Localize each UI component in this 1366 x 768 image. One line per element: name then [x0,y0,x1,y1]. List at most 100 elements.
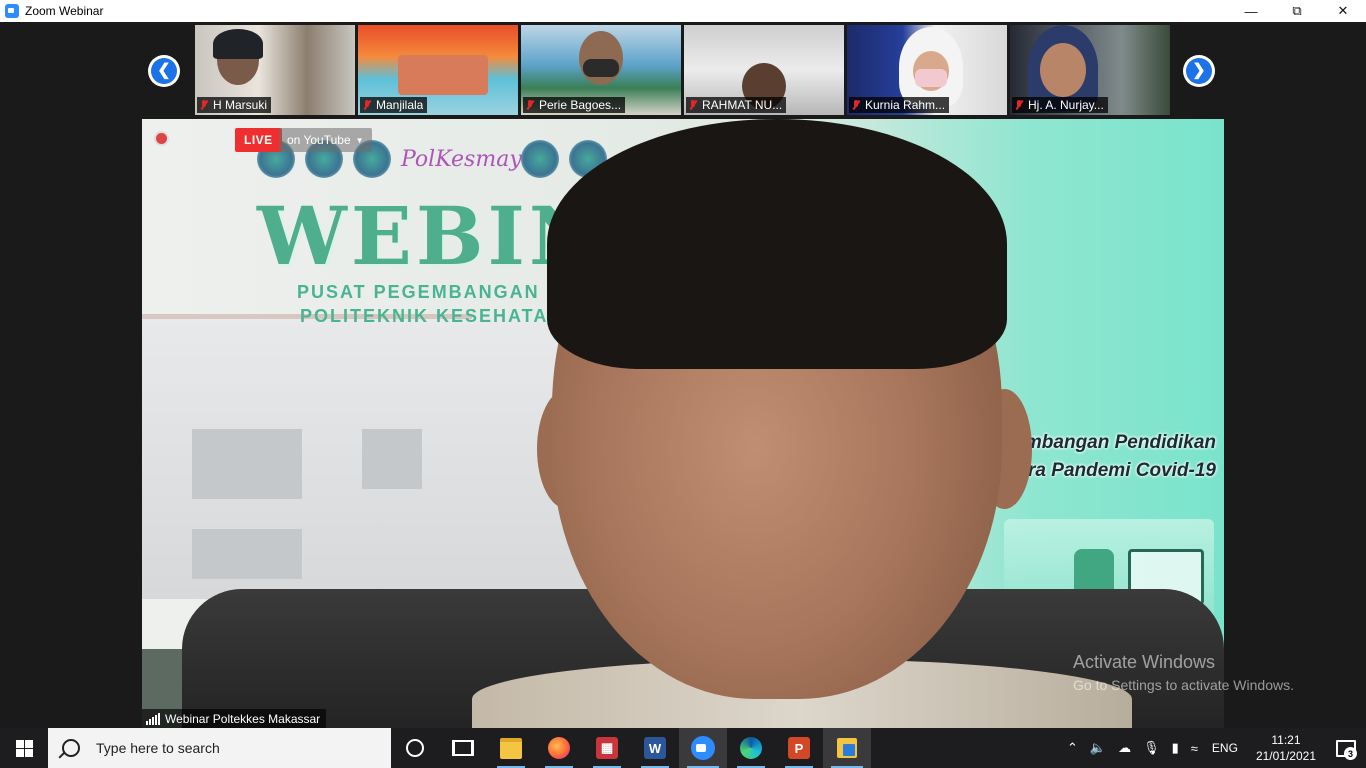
participant-face [1040,43,1086,97]
chevron-up-icon[interactable]: ⌃ [1067,740,1078,756]
edge-icon [740,737,762,759]
word-button[interactable]: W [631,728,679,768]
activate-windows-watermark: Activate Windows Go to Settings to activ… [1073,652,1294,693]
search-placeholder: Type here to search [96,740,220,756]
chevron-left-icon: ❮ [151,58,177,84]
mic-muted-icon [526,100,534,110]
action-center-button[interactable]: 3 [1326,728,1366,768]
live-target-label: on YouTube [287,133,351,147]
slide-theme-line: mbangan Pendidikan [1024,432,1216,453]
participant-name-bar: Hj. A. Nurjay... [1012,97,1108,113]
taskbar-search-box[interactable]: Type here to search [48,728,391,768]
gallery-next-button[interactable]: ❯ [1183,55,1215,87]
building-window [192,529,302,579]
app-button[interactable]: ▦ [583,728,631,768]
mic-muted-icon [363,100,371,110]
cloud-icon[interactable]: ☁ [1118,740,1131,756]
clock-time: 11:21 [1271,733,1301,747]
clock[interactable]: 11:21 21/01/2021 [1256,732,1316,764]
watermark-line-1: Activate Windows [1073,652,1216,672]
word-icon: W [644,737,666,759]
speaker-name-bar: Webinar Poltekkes Makassar [142,709,327,728]
participant-name-bar: Kurnia Rahm... [849,97,950,113]
maximize-button[interactable]: ⧉ [1274,0,1320,22]
task-view-button[interactable] [439,728,487,768]
system-tray: ⌃ 🔈 ☁ 🎙 ▮ ≈ ENG 11:21 21/01/2021 3 [1061,728,1366,768]
powerpoint-button[interactable]: P [775,728,823,768]
participant-tile[interactable]: Perie Bagoes... [521,25,681,115]
participant-name-bar: RAHMAT NU... [686,97,787,113]
slide-subtitle: PUSAT PEGEMBANGAN PEN [297,282,590,302]
participant-name-bar: H Marsuki [197,97,272,113]
zoom-meeting-area: ❮ H Marsuki Manjilala Perie Bagoes... RA… [0,22,1366,728]
clock-date: 21/01/2021 [1255,749,1316,763]
participant-name: Perie Bagoes... [539,98,622,112]
chevron-right-icon: ❯ [1186,58,1212,84]
participant-tile[interactable]: RAHMAT NU... [684,25,844,115]
active-speaker-video[interactable]: PolKesmay WEBINA PUSAT PEGEMBANGAN PEN P… [142,119,1224,728]
participant-tile[interactable]: H Marsuki [195,25,355,115]
volume-icon[interactable]: 🔈 [1090,740,1106,756]
windows-taskbar: Type here to search ▦ W P ⌃ 🔈 ☁ 🎙 ▮ ≈ EN… [0,728,1366,768]
logo-icon [521,140,559,178]
participant-name: H Marsuki [213,98,268,112]
watermark-line-2: Go to Settings to activate Windows. [1073,677,1294,693]
firefox-button[interactable] [535,728,583,768]
search-icon [62,739,80,757]
participant-name: Hj. A. Nurjay... [1028,98,1104,112]
windows-logo-icon [15,739,33,757]
zoom-app-icon [5,4,19,18]
files-icon [837,738,857,758]
participant-tile[interactable]: Kurnia Rahm... [847,25,1007,115]
files-button[interactable] [823,728,871,768]
building-window [192,429,302,499]
caret-down-icon: ▼ [355,135,364,145]
file-explorer-button[interactable] [487,728,535,768]
participant-name-bar: Manjilala [360,97,428,113]
participant-tile[interactable]: Hj. A. Nurjay... [1010,25,1170,115]
mic-muted-icon [1015,100,1023,110]
building-window [362,429,422,489]
edge-button[interactable] [727,728,775,768]
live-stream-dropdown[interactable]: on YouTube ▼ [279,128,372,152]
minimize-button[interactable]: — [1228,0,1274,22]
close-button[interactable]: ✕ [1320,0,1366,22]
mic-muted-icon [689,100,697,110]
recording-indicator-icon [156,133,167,144]
window-controls: — ⧉ ✕ [1228,0,1366,22]
slide-theme-line: ara Pandemi Covid-19 [1017,460,1216,481]
signal-strength-icon [146,712,160,725]
wifi-icon[interactable]: ≈ [1191,741,1198,756]
campus-building-image [398,55,488,95]
participant-mask [915,69,947,87]
firefox-icon [548,737,570,759]
participant-name: Manjilala [376,98,424,112]
cortana-icon [406,739,424,757]
task-view-icon [452,740,474,756]
participant-name-bar: Perie Bagoes... [523,97,626,113]
start-button[interactable] [0,728,48,768]
mic-muted-icon [852,100,860,110]
title-bar: Zoom Webinar — ⧉ ✕ [0,0,1366,22]
speaker-hair [547,119,1007,369]
window-title: Zoom Webinar [25,4,104,18]
polkesmay-logo: PolKesmay [401,146,522,172]
notification-count-badge: 3 [1344,747,1357,760]
cortana-button[interactable] [391,728,439,768]
participant-mask [583,59,619,77]
language-indicator[interactable]: ENG [1212,741,1238,755]
live-badge[interactable]: LIVE [235,128,282,152]
folder-icon [500,737,522,759]
app-icon: ▦ [596,737,618,759]
zoom-icon [691,736,715,760]
battery-icon[interactable]: ▮ [1172,740,1179,756]
zoom-taskbar-button[interactable] [679,728,727,768]
participant-tile[interactable]: Manjilala [358,25,518,115]
mic-muted-icon [200,100,208,110]
gallery-prev-button[interactable]: ❮ [148,55,180,87]
participant-name: Kurnia Rahm... [865,98,946,112]
microphone-icon[interactable]: 🎙 [1143,740,1160,756]
speaker-name: Webinar Poltekkes Makassar [165,711,321,726]
participant-name: RAHMAT NU... [702,98,783,112]
participant-hijab [213,29,263,59]
